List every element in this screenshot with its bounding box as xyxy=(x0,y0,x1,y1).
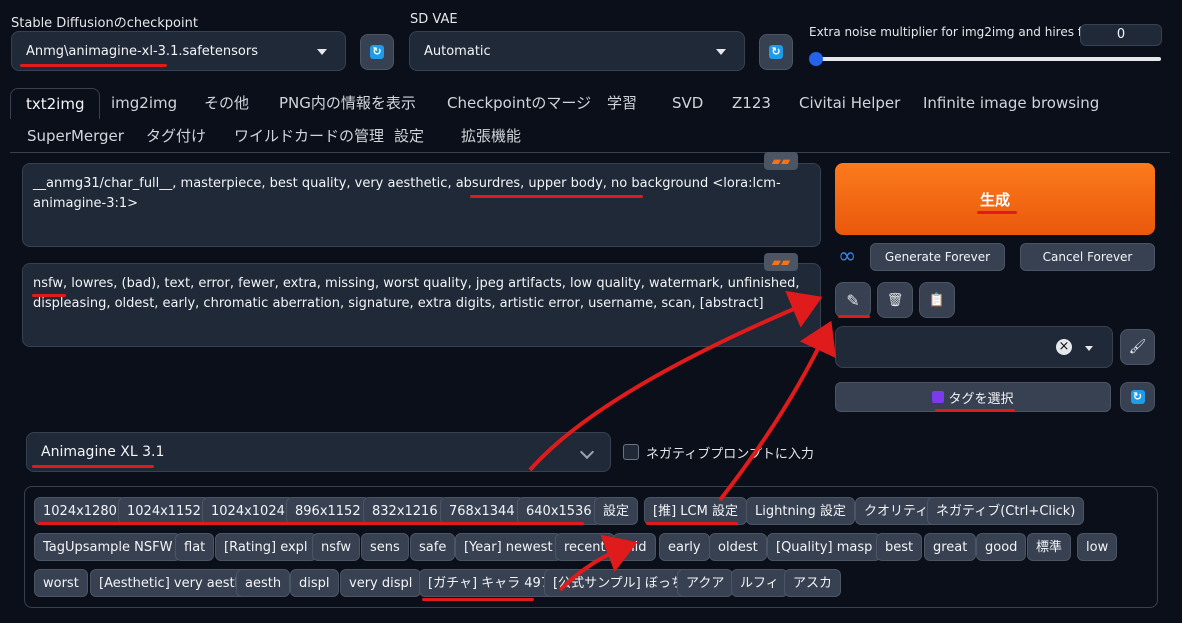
annotation-arrows xyxy=(528,290,837,592)
